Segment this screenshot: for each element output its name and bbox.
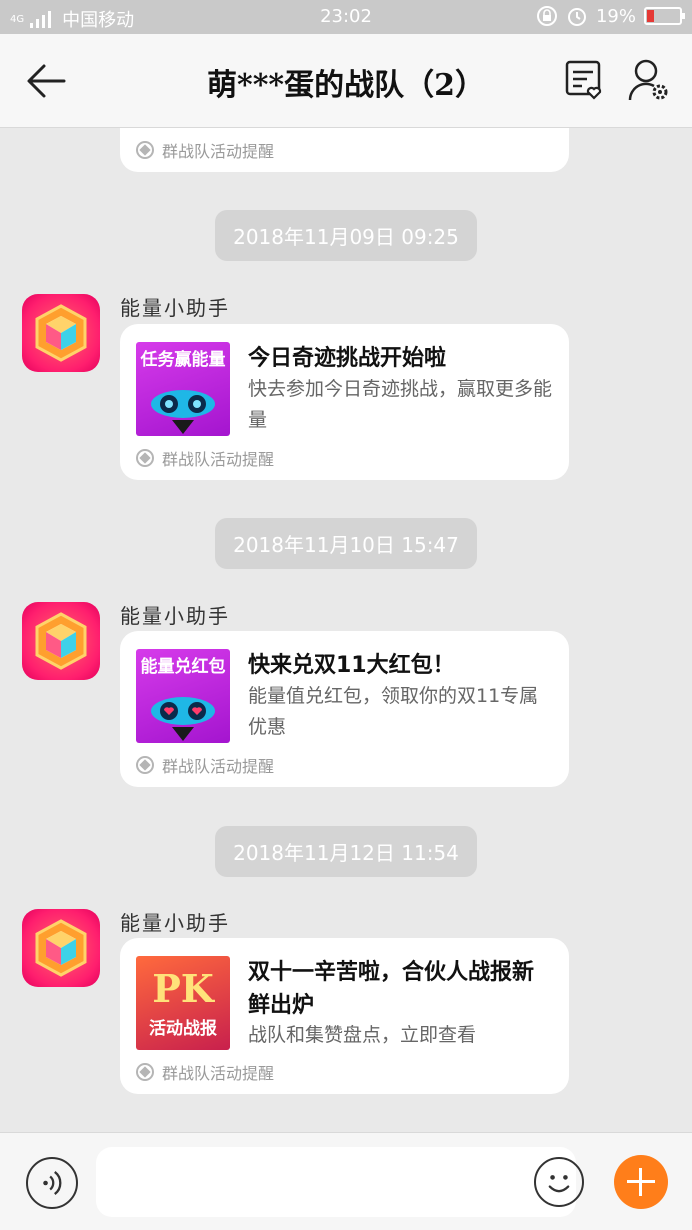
timestamp: 2018年11月12日 11:54 xyxy=(0,826,692,877)
message-card[interactable]: PK 活动战报 双十一辛苦啦，合伙人战报新鲜出炉 战队和集赞盘点，立即查看 群战… xyxy=(120,938,569,1094)
card-description: 能量值兑红包，领取你的双11专属优惠 xyxy=(248,685,539,738)
message-card[interactable]: 群战队活动提醒 xyxy=(120,128,569,172)
chat-messages[interactable]: 群战队活动提醒 2018年11月09日 09:25 能量小助手 任务赢能量 今日… xyxy=(0,128,692,1132)
avatar[interactable] xyxy=(22,294,100,372)
battery-percent: 19% xyxy=(595,5,636,27)
group-notice-icon[interactable] xyxy=(562,56,608,104)
card-title: 双十一辛苦啦，合伙人战报新鲜出炉 xyxy=(248,960,535,1018)
card-thumbnail: PK 活动战报 xyxy=(136,956,230,1050)
card-footer: 群战队活动提醒 xyxy=(136,753,274,777)
member-settings-icon[interactable] xyxy=(626,56,672,104)
emoji-icon[interactable] xyxy=(534,1157,584,1207)
card-footer: 群战队活动提醒 xyxy=(136,1060,274,1084)
card-footer: 群战队活动提醒 xyxy=(136,138,274,162)
group-battle-icon xyxy=(136,1063,154,1081)
message-card[interactable]: 能量兑红包 快来兑双11大红包！ 能量值兑红包，领取你的双11专属优惠 群战队活… xyxy=(120,631,569,787)
timestamp: 2018年11月10日 15:47 xyxy=(0,518,692,569)
card-title: 今日奇迹挑战开始啦 xyxy=(248,346,447,371)
sender-name: 能量小助手 xyxy=(120,604,230,628)
voice-icon[interactable] xyxy=(26,1157,78,1209)
status-bar: 4G 中国移动 23:02 19% xyxy=(0,0,692,34)
message-card[interactable]: 任务赢能量 今日奇迹挑战开始啦 快去参加今日奇迹挑战，赢取更多能量 群战队活动提… xyxy=(120,324,569,480)
card-thumbnail: 任务赢能量 xyxy=(136,342,230,436)
plus-icon[interactable] xyxy=(614,1155,668,1209)
group-battle-icon xyxy=(136,756,154,774)
group-battle-icon xyxy=(136,141,154,159)
lock-rotation-icon xyxy=(536,6,557,26)
sender-name: 能量小助手 xyxy=(120,911,230,935)
group-battle-icon xyxy=(136,449,154,467)
alarm-icon xyxy=(567,8,586,26)
sender-name: 能量小助手 xyxy=(120,296,230,320)
avatar[interactable] xyxy=(22,602,100,680)
card-footer: 群战队活动提醒 xyxy=(136,446,274,470)
card-thumbnail: 能量兑红包 xyxy=(136,649,230,743)
input-bar xyxy=(0,1132,692,1230)
card-description: 快去参加今日奇迹挑战，赢取更多能量 xyxy=(248,378,553,431)
chat-header: 萌***蛋的战队（2） xyxy=(0,34,692,128)
timestamp: 2018年11月09日 09:25 xyxy=(0,210,692,261)
message-input[interactable] xyxy=(96,1147,576,1217)
card-title: 快来兑双11大红包！ xyxy=(248,653,455,678)
battery-icon xyxy=(644,7,685,25)
card-description: 战队和集赞盘点，立即查看 xyxy=(248,1024,477,1046)
avatar[interactable] xyxy=(22,909,100,987)
